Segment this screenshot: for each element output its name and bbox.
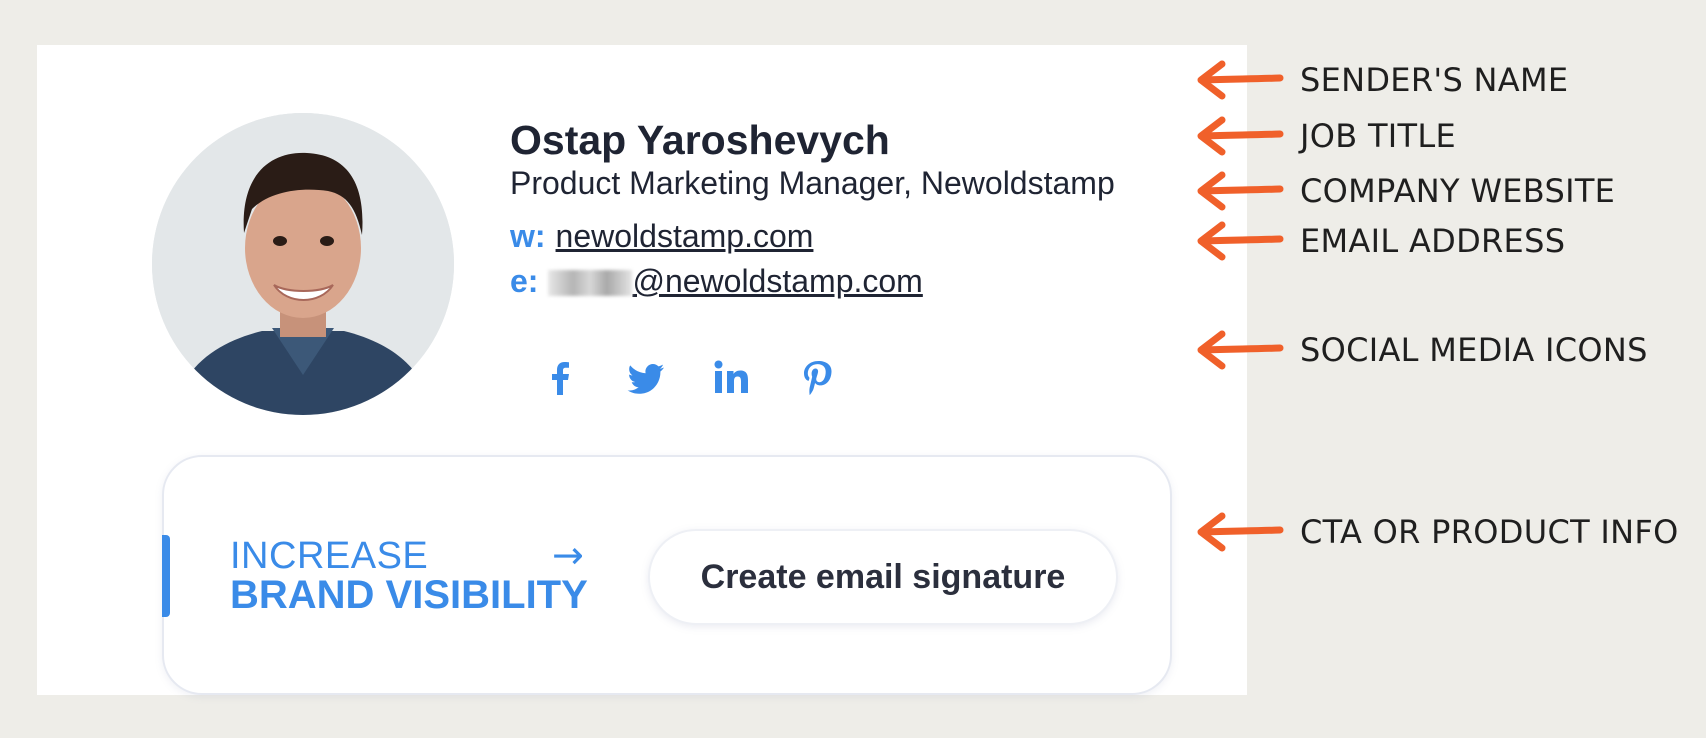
callout-label: JOB TITLE (1300, 117, 1457, 155)
redacted-username (548, 270, 633, 296)
arrow-left-icon (1197, 221, 1284, 261)
cta-banner[interactable]: INCREASE → BRAND VISIBILITY Create email… (162, 455, 1172, 695)
email-domain: @newoldstamp.com (632, 263, 923, 299)
arrow-left-icon (1197, 171, 1284, 211)
callout-label: CTA OR PRODUCT INFO (1300, 513, 1679, 551)
callout-label: EMAIL ADDRESS (1300, 222, 1566, 260)
callout-cta: CTA OR PRODUCT INFO (1192, 510, 1679, 554)
avatar-photo (152, 113, 454, 415)
job-title: Product Marketing Manager, Newoldstamp (510, 165, 1115, 201)
email-row: e: @newoldstamp.com (510, 263, 923, 300)
facebook-icon[interactable] (537, 355, 583, 401)
linkedin-icon[interactable] (709, 355, 755, 401)
callout-label: COMPANY WEBSITE (1300, 172, 1616, 210)
create-signature-button[interactable]: Create email signature (648, 529, 1118, 625)
arrow-left-icon (1197, 330, 1284, 370)
callout-sender-name: SENDER'S NAME (1192, 58, 1568, 102)
arrow-right-icon: → (552, 533, 584, 577)
email-prefix: e: (510, 263, 539, 299)
arrow-left-icon (1197, 60, 1284, 100)
website-row: w: newoldstamp.com (510, 218, 813, 255)
callout-company-website: COMPANY WEBSITE (1192, 169, 1615, 213)
callout-job-title: JOB TITLE (1192, 114, 1456, 158)
callout-label: SOCIAL MEDIA ICONS (1300, 331, 1648, 369)
social-icons (537, 355, 841, 401)
website-prefix: w: (510, 218, 546, 254)
avatar (152, 113, 454, 415)
website-link[interactable]: newoldstamp.com (556, 218, 814, 254)
arrow-left-icon (1197, 512, 1284, 552)
email-link[interactable]: @newoldstamp.com (548, 263, 923, 299)
arrow-left-icon (1197, 116, 1284, 156)
callout-email-address: EMAIL ADDRESS (1192, 219, 1565, 263)
callout-social-icons: SOCIAL MEDIA ICONS (1192, 328, 1648, 372)
callout-label: SENDER'S NAME (1300, 61, 1569, 99)
pinterest-icon[interactable] (795, 355, 841, 401)
sender-name: Ostap Yaroshevych (510, 117, 890, 163)
email-signature-card: Ostap Yaroshevych Product Marketing Mana… (37, 45, 1247, 695)
cta-headline-bottom: BRAND VISIBILITY (230, 573, 588, 617)
cta-headline-top: INCREASE (230, 535, 429, 577)
twitter-icon[interactable] (623, 355, 669, 401)
cta-accent-bar (162, 535, 170, 617)
